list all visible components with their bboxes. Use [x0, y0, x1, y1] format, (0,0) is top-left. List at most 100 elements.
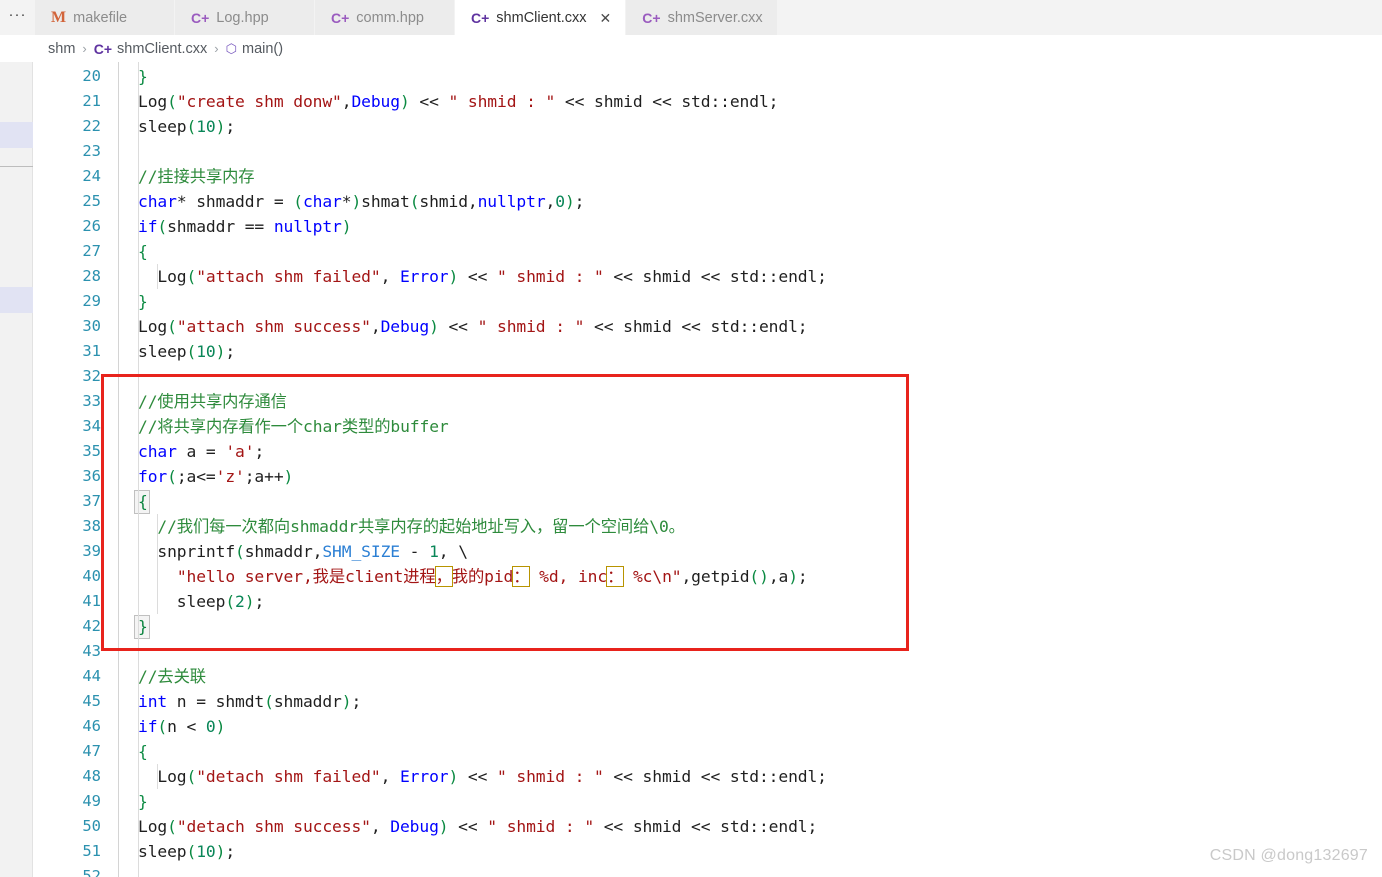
cpp-file-icon: C+	[331, 9, 350, 26]
line-number: 47	[82, 742, 101, 760]
code-line[interactable]: Log("detach shm failed", Error) << " shm…	[138, 764, 827, 789]
cpp-file-icon: C+	[191, 9, 210, 26]
code-line[interactable]: {	[138, 239, 148, 264]
code-line[interactable]: "hello server,我是client进程，我的pid： %d, inc：…	[138, 564, 808, 589]
breadcrumb-label: shm	[48, 40, 76, 57]
vscode-window: ··· Mmakefile C+ Log.hpp C+ comm.hpp C+ shmCli…	[0, 0, 1382, 877]
indent-guide	[157, 264, 158, 289]
code-line[interactable]: {	[138, 739, 148, 764]
code-line[interactable]: if(shmaddr == nullptr)	[138, 214, 352, 239]
tab-comm-hpp[interactable]: C+ comm.hpp	[315, 0, 455, 35]
overview-divider	[0, 166, 33, 167]
makefile-icon: M	[51, 8, 67, 26]
line-number: 28	[82, 267, 101, 285]
line-number: 23	[82, 142, 101, 160]
code-line[interactable]: if(n < 0)	[138, 714, 225, 739]
code-line[interactable]: {	[138, 489, 148, 514]
line-number: 52	[82, 867, 101, 877]
tab-label: Log.hpp	[216, 9, 269, 26]
breadcrumb-item-main-[interactable]: ⬡ main()	[226, 41, 283, 57]
breadcrumb-item-shm[interactable]: shm	[48, 41, 75, 57]
line-number: 24	[82, 167, 101, 185]
line-number: 34	[82, 417, 101, 435]
indent-guide	[138, 62, 139, 877]
code-line[interactable]: Log("attach shm success",Debug) << " shm…	[138, 314, 808, 339]
line-number: 25	[82, 192, 101, 210]
line-number: 50	[82, 817, 101, 835]
overview-ruler-strip[interactable]	[0, 62, 33, 877]
code-line[interactable]: Log("detach shm success", Debug) << " sh…	[138, 814, 817, 839]
line-number: 51	[82, 842, 101, 860]
code-editor[interactable]: 20} 21 Log("create shm donw",Debug) << " s…	[33, 62, 1382, 877]
code-line[interactable]: Log("attach shm failed", Error) << " shm…	[138, 264, 827, 289]
line-number: 48	[82, 767, 101, 785]
cpp-file-icon: C+	[642, 9, 661, 26]
close-icon[interactable]: ✕	[600, 11, 612, 25]
line-number: 31	[82, 342, 101, 360]
line-number: 38	[82, 517, 101, 535]
tab-makefile[interactable]: Mmakefile	[35, 0, 175, 35]
line-number: 36	[82, 467, 101, 485]
line-number: 44	[82, 667, 101, 685]
line-number: 22	[82, 117, 101, 135]
cpp-file-icon: C+	[471, 9, 490, 26]
code-line[interactable]: sleep(10);	[138, 839, 235, 864]
code-content[interactable]: 20} 21 Log("create shm donw",Debug) << " s…	[33, 62, 1382, 877]
line-number: 32	[82, 367, 101, 385]
cpp-file-icon: C+	[93, 40, 113, 57]
code-line[interactable]: int n = shmdt(shmaddr);	[138, 689, 361, 714]
line-number: 46	[82, 717, 101, 735]
breadcrumb-label: main()	[242, 40, 284, 57]
code-line[interactable]: }	[138, 789, 148, 814]
tab-bar-empty-space	[777, 0, 1382, 35]
breadcrumb-label: shmClient.cxx	[117, 40, 208, 57]
code-line[interactable]: for(;a<='z';a++)	[138, 464, 293, 489]
line-number: 33	[82, 392, 101, 410]
code-line[interactable]: }	[138, 64, 148, 89]
overview-mark	[0, 122, 33, 148]
tab-shmserver-cxx[interactable]: C+ shmServer.cxx	[626, 0, 778, 35]
symbol-method-icon: ⬡	[225, 40, 237, 56]
code-line[interactable]: //挂接共享内存	[138, 164, 255, 189]
line-number: 30	[82, 317, 101, 335]
tab-label: shmClient.cxx	[496, 9, 587, 26]
line-number: 37	[82, 492, 101, 510]
breadcrumb-separator: ›	[82, 41, 87, 56]
breadcrumb-item-shmclient-cxx[interactable]: C+ shmClient.cxx	[94, 41, 208, 57]
line-number: 39	[82, 542, 101, 560]
breadcrumb: shm › C+ shmClient.cxx › ⬡ main()	[0, 35, 1382, 62]
code-line[interactable]: snprintf(shmaddr,SHM_SIZE - 1, \	[138, 539, 468, 564]
line-number: 21	[82, 92, 101, 110]
code-line[interactable]: //将共享内存看作一个char类型的buffer	[138, 414, 449, 439]
line-number: 35	[82, 442, 101, 460]
code-line[interactable]: Log("create shm donw",Debug) << " shmid …	[138, 89, 778, 114]
code-line[interactable]: sleep(10);	[138, 114, 235, 139]
indent-guide	[157, 514, 158, 614]
code-line[interactable]: sleep(10);	[138, 339, 235, 364]
tab-shmclient-cxx[interactable]: C+ shmClient.cxx ✕	[455, 0, 627, 35]
tab-label: comm.hpp	[356, 9, 424, 26]
code-line[interactable]: char a = 'a';	[138, 439, 264, 464]
line-number: 41	[82, 592, 101, 610]
code-line[interactable]: //去关联	[138, 664, 206, 689]
editor-tab-bar: ··· Mmakefile C+ Log.hpp C+ comm.hpp C+ shmCli…	[0, 0, 1382, 35]
csdn-watermark: CSDN @dong132697	[1209, 847, 1368, 864]
tab-log-hpp[interactable]: C+ Log.hpp	[175, 0, 315, 35]
breadcrumb-separator: ›	[214, 41, 219, 56]
overview-mark	[0, 287, 33, 313]
code-line[interactable]: //使用共享内存通信	[138, 389, 287, 414]
indent-guide	[157, 764, 158, 789]
code-line[interactable]: //我们每一次都向shmaddr共享内存的起始地址写入，留一个空间给\0。	[138, 514, 685, 539]
line-number: 40	[82, 567, 101, 585]
line-number: 26	[82, 217, 101, 235]
line-number: 20	[82, 67, 101, 85]
tab-label: shmServer.cxx	[667, 9, 763, 26]
line-number: 29	[82, 292, 101, 310]
tab-overflow-icon[interactable]: ···	[0, 0, 35, 35]
code-line[interactable]: }	[138, 614, 148, 639]
tab-label: makefile	[73, 9, 128, 26]
line-number: 42	[82, 617, 101, 635]
code-line[interactable]: char* shmaddr = (char*)shmat(shmid,nullp…	[138, 189, 584, 214]
code-line[interactable]: }	[138, 289, 148, 314]
line-number: 27	[82, 242, 101, 260]
